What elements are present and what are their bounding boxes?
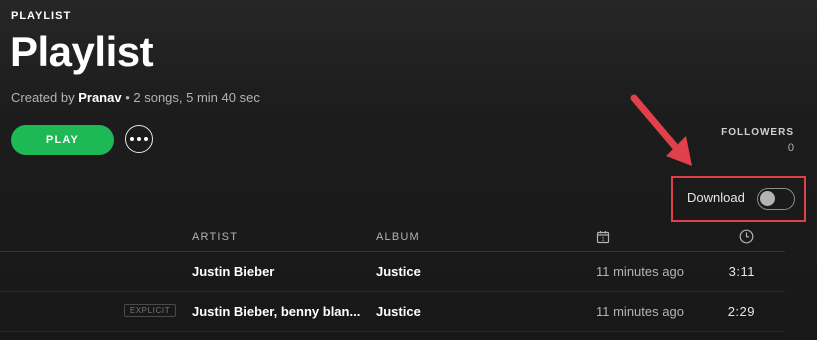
column-header-album[interactable]: ALBUM [376,231,420,243]
download-toggle[interactable] [757,188,795,210]
more-options-button[interactable] [125,125,153,153]
track-duration: 3:11 [728,264,755,279]
track-artist[interactable]: Justin Bieber, benny blan... [192,304,360,319]
track-album[interactable]: Justice [376,304,421,319]
clock-icon[interactable] [739,229,754,244]
owner-link[interactable]: Pranav [78,90,121,105]
followers-count: 0 [787,142,794,154]
toggle-knob [760,191,775,206]
play-button[interactable]: PLAY [11,125,114,155]
page-title: Playlist [10,28,154,75]
more-horizontal-icon [130,137,135,141]
playlist-summary: • 2 songs, 5 min 40 sec [121,90,260,105]
download-label: Download [687,190,745,205]
calendar-icon[interactable]: 1 [596,230,610,244]
red-arrow-icon [630,94,692,166]
track-album[interactable]: Justice [376,264,421,279]
track-artist[interactable]: Justin Bieber [192,264,274,279]
playlist-meta: Created by Pranav • 2 songs, 5 min 40 se… [11,90,260,105]
row-divider [0,331,785,332]
column-header-artist[interactable]: ARTIST [192,231,238,243]
table-row[interactable]: Justin Bieber, benny blan... Justice 11 … [0,292,785,331]
svg-text:1: 1 [602,237,605,243]
table-row[interactable]: Justin Bieber Justice 11 minutes ago 3:1… [0,252,785,291]
created-by-text: Created by [11,90,75,105]
followers-label: FOLLOWERS [721,127,794,138]
track-duration: 2:29 [727,304,755,319]
page-type-label: PLAYLIST [11,10,72,22]
track-added: 11 minutes ago [596,264,684,279]
track-added: 11 minutes ago [596,304,684,319]
